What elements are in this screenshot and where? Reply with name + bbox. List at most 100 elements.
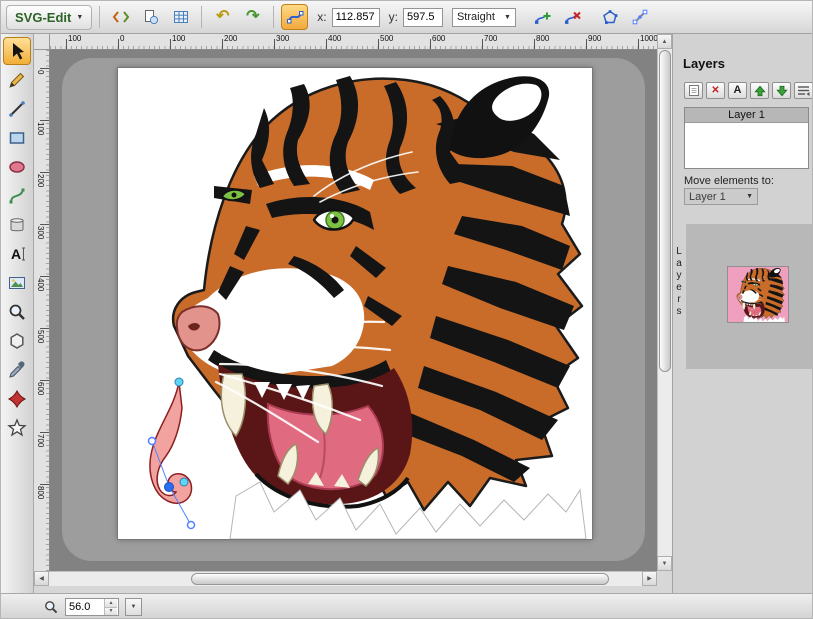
chevron-down-icon: ▼: [746, 193, 753, 200]
tool-rectangle-button[interactable]: [3, 124, 31, 152]
bottom-bar: ▲ ▼ ▼: [1, 593, 813, 619]
lower-layer-button[interactable]: [772, 82, 791, 99]
path-node[interactable]: [175, 378, 183, 386]
undo-button[interactable]: ↶: [209, 4, 236, 30]
y-coordinate-input[interactable]: [403, 8, 443, 27]
svg-canvas[interactable]: [118, 68, 592, 539]
lower-layer-icon: [776, 85, 788, 97]
text-icon: A: [7, 244, 27, 264]
horizontal-ruler: 10001002003004005006007008009001000: [50, 34, 657, 50]
zoom-spinbox: ▲ ▼: [65, 598, 119, 616]
new-layer-button[interactable]: [684, 82, 703, 99]
layers-list: Layer 1: [684, 107, 809, 169]
tool-line-button[interactable]: [3, 95, 31, 123]
tool-shape-button[interactable]: [3, 385, 31, 413]
scroll-left-button[interactable]: ◀: [34, 571, 49, 586]
zoom-decrease-button[interactable]: ▼: [105, 607, 117, 616]
scroll-down-icon: ▼: [662, 561, 668, 567]
source-button[interactable]: [107, 4, 134, 30]
vertical-scrollbar[interactable]: ▲ ▼: [657, 34, 672, 571]
tiger-illustration: [173, 76, 586, 539]
left-toolbar: A: [1, 34, 34, 593]
rename-layer-icon: A: [734, 85, 742, 96]
main-menu-button[interactable]: SVG-Edit ▼: [6, 5, 92, 30]
app-logo-label: SVG-Edit: [15, 10, 71, 25]
x-coordinate-input[interactable]: [332, 8, 380, 27]
document-properties-icon: [143, 9, 159, 25]
edit-path-icon: [286, 9, 304, 25]
chevron-down-icon: ▼: [76, 14, 83, 21]
svg-text:A: A: [11, 246, 21, 262]
canvas-artwork: [118, 68, 592, 539]
tool-pencil-button[interactable]: [3, 66, 31, 94]
document-properties-button[interactable]: [137, 4, 164, 30]
delete-layer-button[interactable]: ✕: [706, 82, 725, 99]
horizontal-scroll-thumb[interactable]: [191, 573, 609, 585]
svg-edit-window: SVG-Edit ▼ ↶: [0, 0, 813, 619]
star-icon: [7, 418, 27, 438]
path-edit-mode-button[interactable]: [281, 4, 308, 30]
layers-toolbar: ✕ A: [684, 82, 813, 99]
tool-path-button[interactable]: [3, 182, 31, 210]
zoom-presets-dropdown[interactable]: ▼: [125, 598, 142, 616]
scroll-down-button[interactable]: ▼: [657, 556, 672, 571]
source-icon: [112, 9, 130, 25]
add-node-button[interactable]: [529, 4, 556, 30]
grid-button[interactable]: [167, 4, 194, 30]
path-node[interactable]: [180, 478, 188, 486]
toolbar-separator: [99, 6, 100, 28]
open-path-icon: [602, 9, 618, 25]
control-point-handle[interactable]: [149, 438, 156, 445]
selected-path-node[interactable]: [165, 483, 174, 492]
link-control-points-button[interactable]: [627, 4, 654, 30]
segment-type-dropdown[interactable]: Straight ▼: [452, 8, 516, 27]
ruler-corner: [34, 34, 50, 50]
rename-layer-button[interactable]: A: [728, 82, 747, 99]
scroll-right-icon: ▶: [647, 575, 652, 582]
tool-ellipse-button[interactable]: [3, 153, 31, 181]
segment-type-value: Straight: [457, 11, 495, 23]
delete-node-icon: [564, 10, 581, 25]
tool-eyedropper-button[interactable]: [3, 356, 31, 384]
zoom-spinner: ▲ ▼: [104, 599, 117, 615]
spinner-down-icon: ▼: [109, 608, 114, 614]
vertical-ruler: 0100200300400500600700800: [34, 50, 50, 571]
edited-path[interactable]: [149, 378, 195, 529]
raise-layer-button[interactable]: [750, 82, 769, 99]
scroll-right-button[interactable]: ▶: [642, 571, 657, 586]
raise-layer-icon: [754, 85, 766, 97]
scroll-up-icon: ▲: [662, 39, 668, 45]
tool-zoom-button[interactable]: [3, 298, 31, 326]
undo-icon: ↶: [216, 9, 229, 25]
workspace[interactable]: [50, 50, 657, 571]
horizontal-scrollbar[interactable]: ◀ ▶: [34, 571, 657, 586]
redo-button[interactable]: ↷: [239, 4, 266, 30]
open-path-button[interactable]: [597, 4, 624, 30]
move-elements-value: Layer 1: [689, 191, 726, 203]
move-elements-dropdown[interactable]: Layer 1 ▼: [684, 188, 758, 205]
control-point-handle[interactable]: [188, 522, 195, 529]
rectangle-icon: [7, 128, 27, 148]
delete-layer-icon: ✕: [711, 86, 719, 96]
tool-text-button[interactable]: A: [3, 240, 31, 268]
tool-shape-library-button[interactable]: [3, 211, 31, 239]
layer-options-button[interactable]: [794, 82, 813, 99]
zoom-level-input[interactable]: [66, 599, 104, 615]
scroll-up-button[interactable]: ▲: [657, 34, 672, 49]
line-icon: [7, 99, 27, 119]
layers-panel-title: Layers: [683, 56, 725, 71]
tool-select-button[interactable]: [3, 37, 31, 65]
select-cursor-icon: [7, 41, 27, 61]
link-control-points-icon: [632, 9, 648, 25]
preview-panel: [686, 224, 813, 369]
layers-side-tab[interactable]: L a y e r s: [673, 246, 685, 318]
zoom-increase-button[interactable]: ▲: [105, 599, 117, 607]
delete-node-button[interactable]: [559, 4, 586, 30]
pencil-icon: [7, 70, 27, 90]
artwork-thumbnail[interactable]: [727, 266, 789, 323]
tool-star-button[interactable]: [3, 414, 31, 442]
vertical-scroll-thumb[interactable]: [659, 50, 671, 372]
layer-row-active[interactable]: Layer 1: [685, 108, 808, 123]
tool-image-button[interactable]: [3, 269, 31, 297]
tool-polygon-button[interactable]: [3, 327, 31, 355]
